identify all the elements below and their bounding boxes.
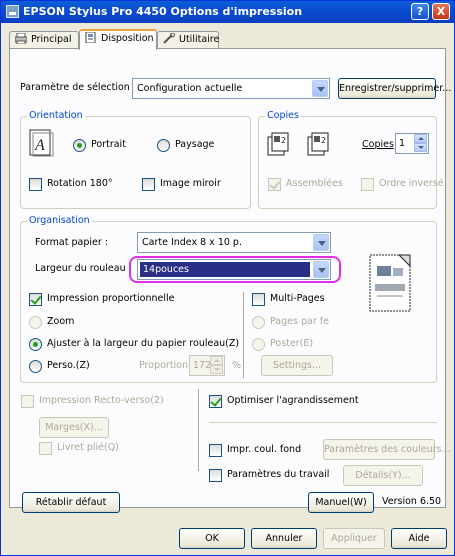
collate-checkbox[interactable]	[268, 178, 281, 191]
optimize-enlargement-label[interactable]: Optimiser l'agrandissement	[227, 395, 359, 406]
apply-button[interactable]: Appliquer	[323, 528, 385, 549]
collated-copies-icon: 2	[267, 132, 289, 156]
poster-label[interactable]: Poster(E)	[270, 338, 313, 349]
details-button[interactable]: Détails(Y)...	[343, 465, 423, 486]
bottom-separator	[209, 422, 437, 423]
settings-button[interactable]: Settings...	[261, 355, 333, 376]
spin-up-icon[interactable]	[414, 134, 427, 143]
copies-group: Copies 2 2 Copies 1 Assemblées Ordre inv…	[258, 110, 444, 209]
poster-radio[interactable]	[252, 338, 265, 351]
zoom-radio[interactable]	[29, 316, 42, 329]
version-label: Version 6.50	[382, 496, 442, 507]
booklet-label[interactable]: Livret plié(Q)	[57, 442, 119, 453]
fit-roll-width-label[interactable]: Ajuster à la largeur du papier rouleau(Z…	[47, 338, 239, 349]
landscape-radio[interactable]	[157, 139, 170, 152]
printer-icon	[15, 33, 27, 44]
organisation-divider	[243, 292, 245, 378]
job-settings-checkbox[interactable]	[209, 469, 222, 482]
proportional-print-label[interactable]: Impression proportionnelle	[47, 293, 175, 304]
rotation-180-label[interactable]: Rotation 180°	[47, 178, 113, 189]
reset-defaults-button[interactable]: Rétablir défaut	[22, 492, 120, 513]
selection-dropdown[interactable]: Configuration actuelle	[132, 78, 330, 99]
custom-scale-label[interactable]: Perso.(Z)	[47, 360, 90, 371]
svg-text:A: A	[34, 137, 45, 154]
disposition-panel: Paramètre de sélection : Configuration a…	[9, 48, 451, 508]
page-layout-icon	[85, 32, 96, 43]
roll-width-label: Largeur du rouleau :	[35, 263, 132, 274]
print-background-color-label[interactable]: Impr. coul. fond	[227, 444, 301, 455]
tab-utilitaire[interactable]: Utilitaire	[157, 31, 219, 49]
spin-down-icon[interactable]	[414, 143, 427, 152]
margins-button[interactable]: Marges(X)...	[39, 417, 109, 438]
multipage-label[interactable]: Multi-Pages	[270, 293, 325, 304]
duplex-checkbox[interactable]	[21, 395, 34, 408]
portrait-radio[interactable]	[73, 139, 86, 152]
organisation-group: Organisation Format papier : Carte Index…	[20, 215, 437, 383]
zoom-label[interactable]: Zoom	[47, 316, 74, 327]
collated-copies-icon: 2	[307, 132, 329, 156]
percent-label: %	[232, 360, 242, 371]
ok-button[interactable]: OK	[179, 528, 245, 549]
roll-width-dropdown[interactable]: 14pouces	[137, 259, 331, 280]
wrench-icon	[163, 33, 175, 44]
svg-text:2: 2	[321, 136, 326, 145]
tab-principal[interactable]: Principal	[9, 31, 79, 49]
copies-spinner[interactable]: 1	[395, 133, 429, 154]
page-preview-icon	[369, 254, 411, 312]
optimize-enlargement-checkbox[interactable]	[209, 395, 222, 408]
spin-down-icon[interactable]	[210, 365, 223, 374]
paper-format-dropdown[interactable]: Carte Index 8 x 10 p.	[137, 232, 331, 253]
organisation-group-title: Organisation	[27, 215, 92, 226]
job-settings-label[interactable]: Paramètres du travail	[227, 469, 329, 480]
booklet-checkbox[interactable]	[39, 442, 52, 455]
paper-format-label: Format papier :	[35, 237, 108, 248]
proportion-label: Proportion	[139, 360, 189, 371]
multipage-checkbox[interactable]	[252, 293, 265, 306]
close-title-button[interactable]: X	[432, 3, 450, 20]
chevron-down-icon	[313, 234, 329, 251]
proportion-spinner[interactable]: 172	[189, 355, 225, 376]
color-settings-button[interactable]: Paramètres des couleurs...	[323, 439, 451, 460]
reverse-order-label[interactable]: Ordre inversé	[379, 178, 444, 189]
portrait-page-icon: A	[29, 129, 54, 157]
custom-scale-radio[interactable]	[29, 360, 42, 373]
reverse-order-checkbox[interactable]	[361, 178, 374, 191]
orientation-group: Orientation A Portrait Paysage Rotation …	[20, 110, 251, 209]
portrait-label[interactable]: Portrait	[91, 139, 126, 150]
help-title-button[interactable]: ?	[411, 3, 429, 20]
copies-label: Copies	[362, 139, 394, 150]
copies-group-title: Copies	[265, 110, 301, 121]
manual-button[interactable]: Manuel(W)	[308, 492, 374, 513]
proportional-print-checkbox[interactable]	[29, 293, 42, 306]
help-button[interactable]: Aide	[391, 528, 447, 549]
print-options-dialog: EPSON Stylus Pro 4450 Options d'impressi…	[0, 0, 455, 556]
cancel-button[interactable]: Annuler	[251, 528, 317, 549]
print-background-color-checkbox[interactable]	[209, 444, 222, 457]
save-delete-button[interactable]: Enregistrer/supprimer...	[338, 78, 451, 99]
mirror-image-checkbox[interactable]	[142, 178, 155, 191]
mirror-image-label[interactable]: Image miroir	[160, 178, 221, 189]
orientation-group-title: Orientation	[27, 110, 85, 121]
selection-label: Paramètre de sélection :	[20, 82, 137, 93]
pages-per-sheet-radio[interactable]	[252, 316, 265, 329]
chevron-down-icon	[313, 261, 329, 278]
pages-per-sheet-label[interactable]: Pages par fe	[270, 316, 329, 327]
window-title: EPSON Stylus Pro 4450 Options d'impressi…	[23, 5, 303, 18]
collate-label[interactable]: Assemblées	[286, 178, 343, 189]
chevron-down-icon	[312, 80, 328, 97]
bottom-divider	[198, 389, 200, 471]
printer-app-icon	[6, 5, 19, 18]
fit-roll-width-radio[interactable]	[29, 338, 42, 351]
tab-disposition[interactable]: Disposition	[79, 29, 157, 50]
landscape-label[interactable]: Paysage	[175, 139, 214, 150]
rotation-180-checkbox[interactable]	[29, 178, 42, 191]
duplex-label[interactable]: Impression Recto-verso(2)	[39, 395, 164, 406]
title-bar[interactable]: EPSON Stylus Pro 4450 Options d'impressi…	[1, 1, 454, 23]
spin-up-icon[interactable]	[210, 356, 223, 365]
svg-text:2: 2	[281, 136, 286, 145]
